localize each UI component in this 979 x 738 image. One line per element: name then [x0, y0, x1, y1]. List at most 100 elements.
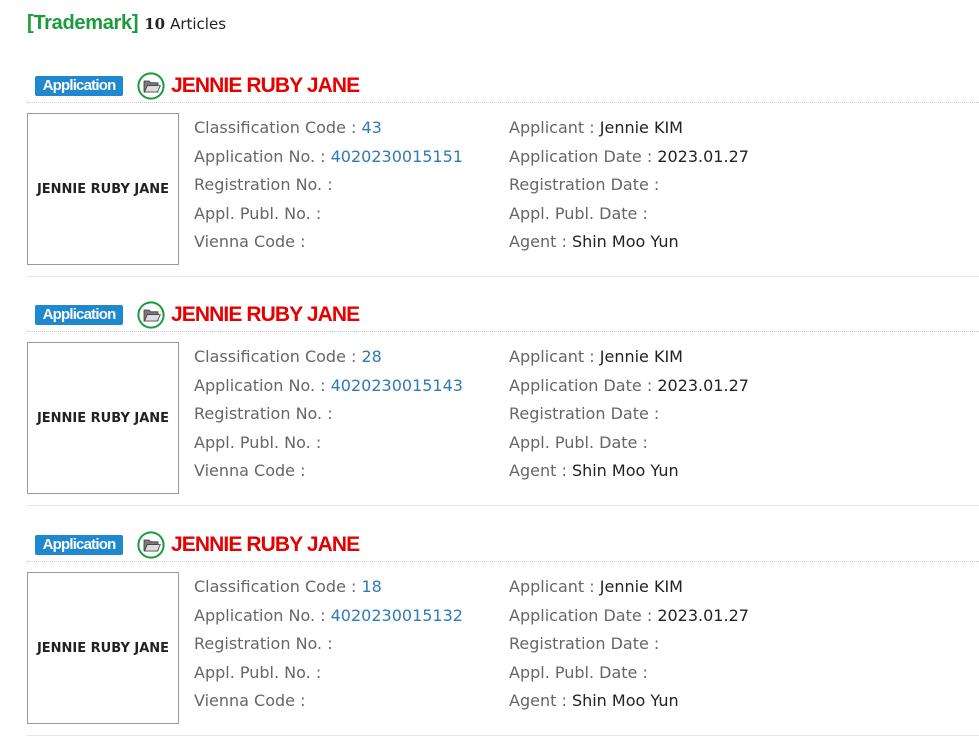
applicant-row: Applicant : Jennie KIM	[509, 343, 749, 372]
applicant-row: Applicant : Jennie KIM	[509, 573, 749, 602]
field-label: Agent	[509, 691, 557, 711]
folder-open-icon[interactable]	[137, 531, 165, 559]
classification-code-row: Classification Code : 28	[194, 343, 463, 372]
field-label: Appl. Publ. No.	[194, 432, 311, 452]
classification-code-link[interactable]: 18	[362, 577, 382, 596]
trademark-article: Application JENNIE RUBY JANE JENNIE RUBY…	[0, 529, 979, 738]
field-label: Agent	[509, 461, 557, 481]
field-separator: :	[642, 662, 648, 682]
trademark-thumbnail[interactable]: JENNIE RUBY JANE	[27, 113, 179, 265]
field-separator: :	[300, 691, 306, 711]
article-divider	[27, 276, 979, 277]
field-separator: :	[320, 375, 331, 395]
applicant-row: Applicant : Jennie KIM	[509, 114, 749, 143]
application-no-link[interactable]: 4020230015132	[331, 606, 463, 625]
field-label: Application No.	[194, 605, 316, 625]
application-no-link[interactable]: 4020230015143	[331, 376, 463, 395]
title-divider	[27, 331, 979, 332]
folder-open-icon[interactable]	[137, 301, 165, 329]
field-label: Registration Date	[509, 404, 649, 424]
info-column-right: Applicant : Jennie KIM Application Date …	[509, 343, 749, 486]
field-separator: :	[642, 203, 648, 223]
thumbnail-mark-text: JENNIE RUBY JANE	[36, 640, 170, 656]
appl-publ-no-row: Appl. Publ. No. :	[194, 659, 463, 688]
field-label: Appl. Publ. No.	[194, 203, 311, 223]
application-no-row: Application No. : 4020230015132	[194, 602, 463, 631]
application-no-link[interactable]: 4020230015151	[331, 147, 463, 166]
application-date-value: 2023.01.27	[657, 605, 749, 625]
field-label: Appl. Publ. Date	[509, 432, 638, 452]
trademark-title-link[interactable]: JENNIE RUBY JANE	[171, 533, 360, 557]
article-divider	[27, 505, 979, 506]
article-title-row: Application JENNIE RUBY JANE	[35, 70, 360, 102]
field-separator: :	[653, 175, 660, 195]
application-date-row: Application Date : 2023.01.27	[509, 602, 749, 631]
status-badge: Application	[35, 535, 123, 555]
field-separator: :	[351, 347, 362, 366]
field-separator: :	[351, 118, 362, 137]
classification-code-row: Classification Code : 18	[194, 573, 463, 602]
registration-date-row: Registration Date :	[509, 630, 749, 659]
field-label: Application Date	[509, 375, 642, 395]
info-column-right: Applicant : Jennie KIM Application Date …	[509, 114, 749, 257]
registration-no-row: Registration No. :	[194, 400, 463, 429]
folder-open-icon[interactable]	[137, 72, 165, 100]
registration-no-row: Registration No. :	[194, 630, 463, 659]
agent-value: Shin Moo Yun	[571, 232, 679, 252]
agent-value: Shin Moo Yun	[571, 691, 679, 711]
applicant-value: Jennie KIM	[599, 347, 683, 366]
classification-code-link[interactable]: 28	[362, 347, 382, 366]
application-no-row: Application No. : 4020230015143	[194, 372, 463, 401]
trademark-thumbnail[interactable]: JENNIE RUBY JANE	[27, 342, 179, 494]
field-label: Registration Date	[509, 175, 649, 195]
field-separator: :	[589, 347, 600, 366]
field-separator: :	[653, 404, 660, 424]
field-separator: :	[300, 461, 306, 481]
field-separator: :	[327, 175, 333, 195]
field-separator: :	[561, 461, 572, 481]
trademark-thumbnail[interactable]: JENNIE RUBY JANE	[27, 572, 179, 724]
field-separator: :	[646, 605, 658, 625]
trademark-title-link[interactable]: JENNIE RUBY JANE	[171, 74, 360, 98]
agent-row: Agent : Shin Moo Yun	[509, 687, 749, 716]
field-separator: :	[589, 118, 600, 137]
appl-publ-date-row: Appl. Publ. Date :	[509, 659, 749, 688]
result-count: 10	[144, 15, 166, 33]
title-divider	[27, 102, 979, 103]
article-title-row: Application JENNIE RUBY JANE	[35, 529, 360, 561]
vienna-code-row: Vienna Code :	[194, 228, 463, 257]
field-label: Applicant	[509, 118, 585, 137]
classification-code-row: Classification Code : 43	[194, 114, 463, 143]
field-label: Application Date	[509, 605, 642, 625]
field-separator: :	[589, 577, 600, 596]
registration-date-row: Registration Date :	[509, 400, 749, 429]
registration-no-row: Registration No. :	[194, 171, 463, 200]
field-label: Appl. Publ. Date	[509, 203, 638, 223]
article-divider	[27, 735, 979, 736]
results-header: [Trademark] 10 Articles	[27, 12, 226, 40]
applicant-value: Jennie KIM	[599, 118, 683, 137]
trademark-title-link[interactable]: JENNIE RUBY JANE	[171, 303, 360, 327]
application-date-value: 2023.01.27	[657, 146, 749, 166]
trademark-article: Application JENNIE RUBY JANE JENNIE RUBY…	[0, 70, 979, 290]
info-column-left: Classification Code : 18 Application No.…	[194, 573, 463, 716]
field-separator: :	[646, 375, 658, 395]
appl-publ-no-row: Appl. Publ. No. :	[194, 429, 463, 458]
field-separator: :	[653, 634, 660, 654]
field-separator: :	[315, 432, 322, 452]
field-label: Appl. Publ. No.	[194, 662, 311, 682]
application-no-row: Application No. : 4020230015151	[194, 143, 463, 172]
field-label: Registration No.	[194, 175, 323, 195]
agent-row: Agent : Shin Moo Yun	[509, 228, 749, 257]
field-label: Classification Code	[194, 118, 346, 137]
field-label: Applicant	[509, 347, 585, 366]
classification-code-link[interactable]: 43	[362, 118, 382, 137]
field-label: Application Date	[509, 146, 642, 166]
field-label: Application No.	[194, 146, 316, 166]
field-label: Vienna Code	[194, 232, 296, 252]
field-label: Registration Date	[509, 634, 649, 654]
info-column-left: Classification Code : 43 Application No.…	[194, 114, 463, 257]
field-separator: :	[320, 146, 331, 166]
appl-publ-no-row: Appl. Publ. No. :	[194, 200, 463, 229]
field-separator: :	[327, 404, 333, 424]
